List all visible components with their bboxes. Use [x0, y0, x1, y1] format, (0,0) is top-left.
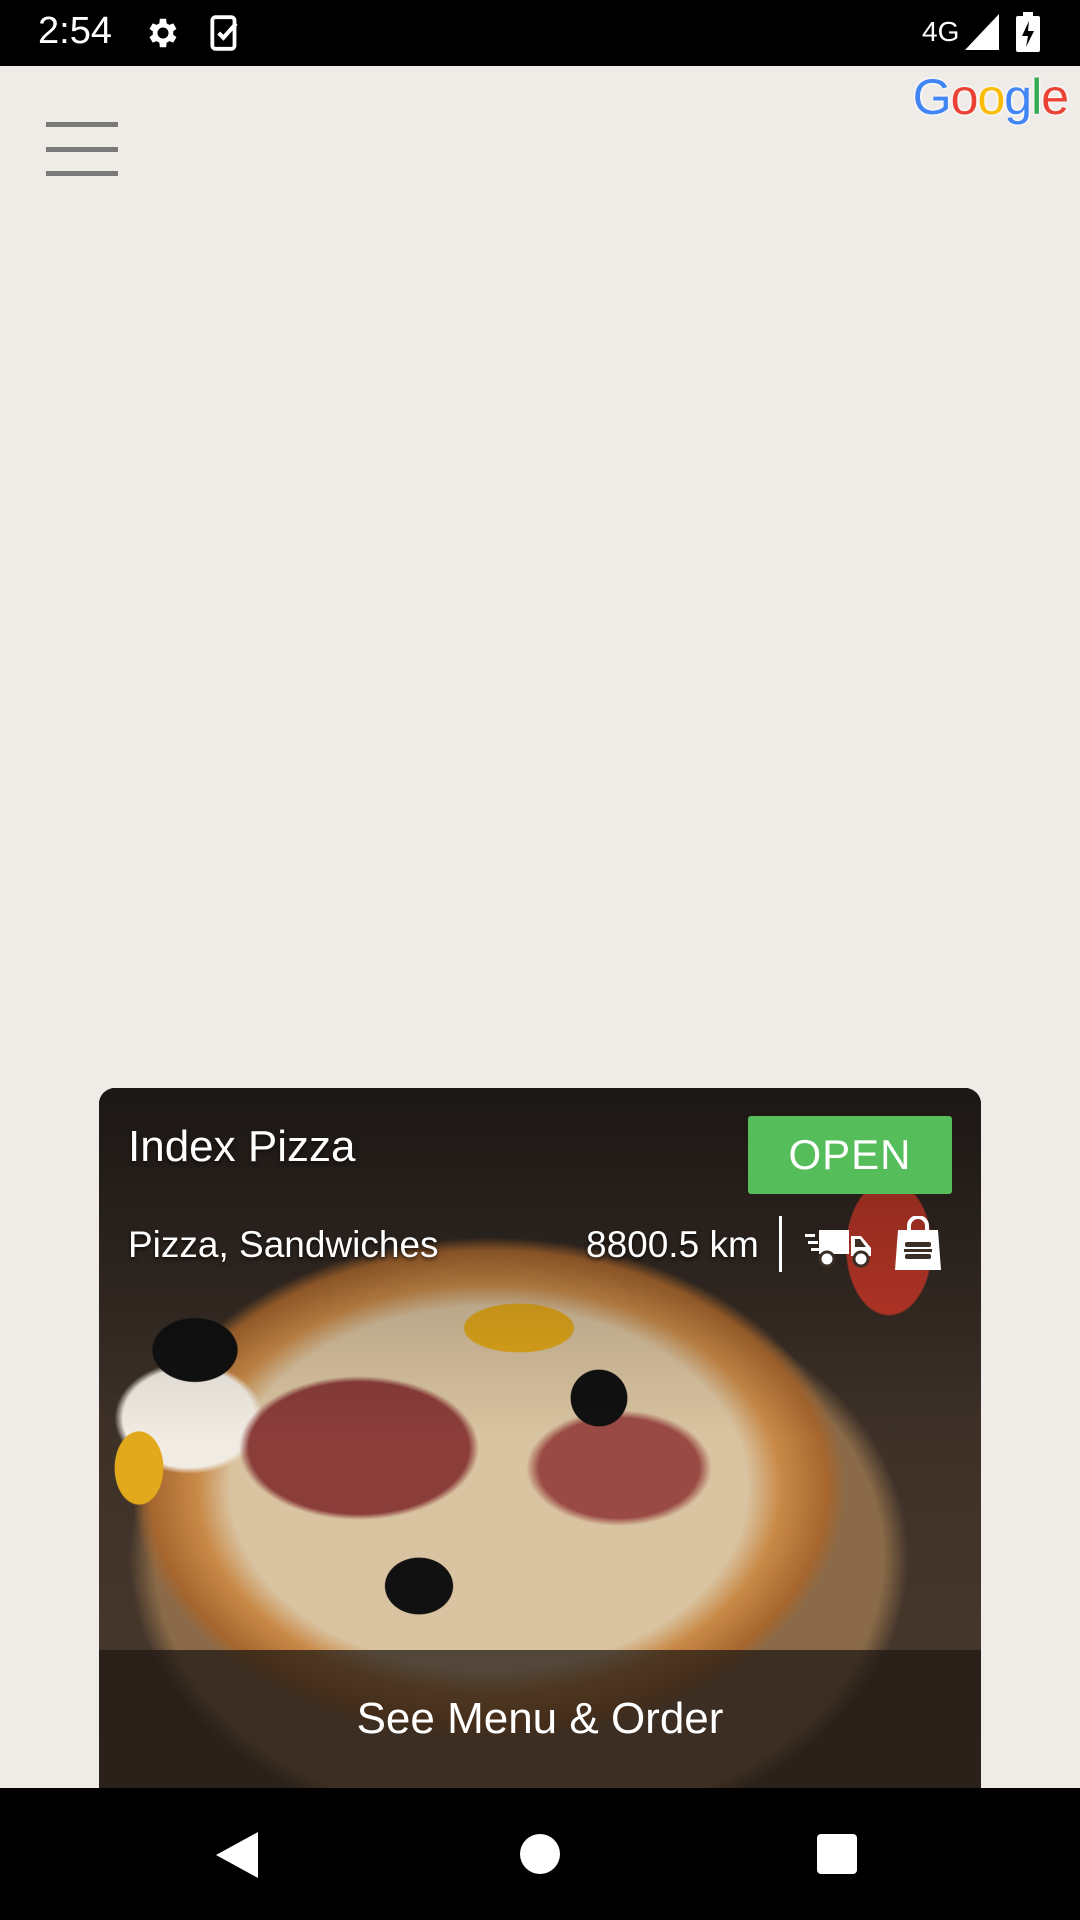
recents-button[interactable] — [817, 1834, 857, 1874]
google-attribution: Google — [912, 69, 1069, 125]
navigation-bar — [0, 1788, 1080, 1920]
network-type: 4G — [922, 16, 960, 47]
status-badge: OPEN — [748, 1116, 952, 1194]
settings-icon — [144, 14, 182, 57]
task-check-icon — [208, 14, 242, 57]
hamburger-menu-icon[interactable] — [46, 122, 118, 176]
takeout-bag-icon — [893, 1215, 943, 1277]
status-bar: 2:54 4G — [0, 0, 1080, 66]
signal-icon — [965, 14, 999, 55]
see-menu-order-button[interactable]: See Menu & Order — [99, 1650, 981, 1788]
status-time: 2:54 — [38, 10, 112, 52]
distance-label: 8800.5 km — [586, 1224, 759, 1265]
restaurant-card[interactable]: Index Pizza OPEN Pizza, Sandwiches 8800.… — [99, 1088, 981, 1788]
divider — [779, 1216, 782, 1272]
restaurant-name: Index Pizza — [128, 1122, 356, 1171]
delivery-truck-icon — [805, 1226, 873, 1273]
battery-charging-icon — [1016, 12, 1040, 57]
cuisine-label: Pizza, Sandwiches — [128, 1224, 439, 1265]
home-button[interactable] — [520, 1834, 560, 1874]
back-button[interactable] — [216, 1832, 258, 1883]
